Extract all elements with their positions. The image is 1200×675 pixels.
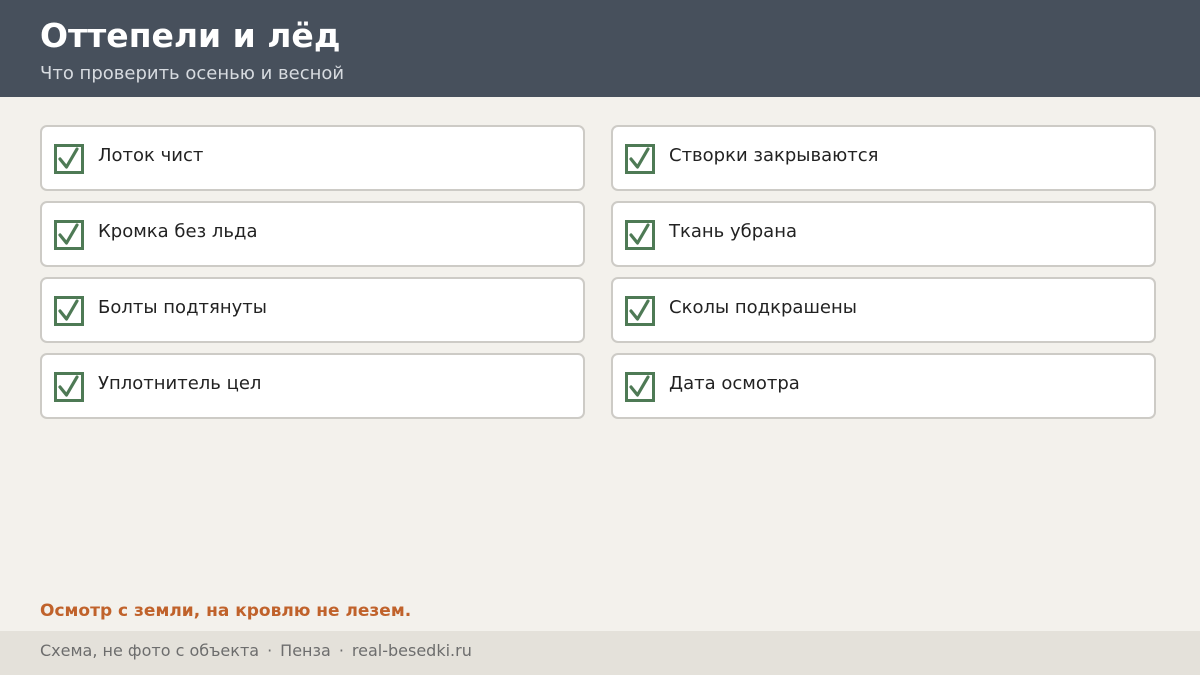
footer-text: Схема, не фото с объекта · Пенза · real-bese… bbox=[40, 640, 472, 662]
footer-site-link[interactable]: real-besedki.ru bbox=[352, 641, 472, 660]
page-subtitle: Что проверить осенью и весной bbox=[40, 63, 345, 84]
checkbox-checked-icon[interactable] bbox=[54, 220, 84, 250]
checklist-item[interactable]: Сколы подкрашены bbox=[611, 277, 1156, 343]
checkbox-checked-icon[interactable] bbox=[625, 296, 655, 326]
checklist-item[interactable]: Дата осмотра bbox=[611, 353, 1156, 419]
checkbox-checked-icon[interactable] bbox=[625, 372, 655, 402]
checklist-item-label: Уплотнитель цел bbox=[98, 373, 262, 394]
checklist-item[interactable]: Створки закрываются bbox=[611, 125, 1156, 191]
checklist-item-label: Лоток чист bbox=[98, 145, 204, 166]
checklist-item[interactable]: Лоток чист bbox=[40, 125, 585, 191]
footer-city: Пенза bbox=[280, 641, 331, 660]
warning-note: Осмотр с земли, на кровлю не лезем. bbox=[40, 601, 412, 621]
checkbox-checked-icon[interactable] bbox=[54, 296, 84, 326]
footer-separator: · bbox=[338, 641, 344, 660]
page-title: Оттепели и лёд bbox=[40, 16, 341, 55]
checkbox-checked-icon[interactable] bbox=[54, 144, 84, 174]
checklist-item[interactable]: Кромка без льда bbox=[40, 201, 585, 267]
checkbox-checked-icon[interactable] bbox=[54, 372, 84, 402]
footer-note: Схема, не фото с объекта bbox=[40, 641, 260, 660]
checklist-item-label: Кромка без льда bbox=[98, 221, 258, 242]
checklist-item[interactable]: Ткань убрана bbox=[611, 201, 1156, 267]
checklist-item-label: Сколы подкрашены bbox=[669, 297, 857, 318]
checklist-item-label: Дата осмотра bbox=[669, 373, 800, 394]
checkbox-checked-icon[interactable] bbox=[625, 144, 655, 174]
checklist-item-label: Створки закрываются bbox=[669, 145, 879, 166]
checklist-item-label: Болты подтянуты bbox=[98, 297, 267, 318]
footer-separator: · bbox=[267, 641, 273, 660]
checkbox-checked-icon[interactable] bbox=[625, 220, 655, 250]
header: Оттепели и лёд Что проверить осенью и ве… bbox=[0, 0, 1200, 97]
checklist-item[interactable]: Болты подтянуты bbox=[40, 277, 585, 343]
checklist-grid: Лоток чист Створки закрываются Кромка бе… bbox=[40, 125, 1156, 419]
checklist-item-label: Ткань убрана bbox=[669, 221, 798, 242]
footer: Схема, не фото с объекта · Пенза · real-bese… bbox=[0, 631, 1200, 675]
checklist-item[interactable]: Уплотнитель цел bbox=[40, 353, 585, 419]
